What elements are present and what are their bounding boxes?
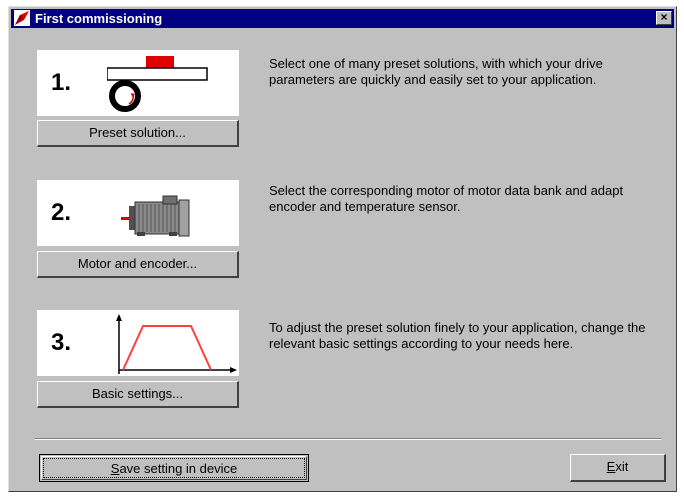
basic-settings-button[interactable]: Basic settings...	[37, 381, 239, 408]
exit-button[interactable]: Exit	[570, 454, 666, 482]
step-3-description: To adjust the preset solution finely to …	[269, 320, 646, 351]
exit-label: xit	[615, 459, 629, 474]
step-1-panel: 1.	[37, 50, 239, 116]
save-setting-button[interactable]: Save setting in device	[39, 454, 309, 482]
step-3-number: 3.	[51, 329, 72, 356]
step-3-panel: 3.	[37, 310, 239, 376]
motor-and-encoder-button[interactable]: Motor and encoder...	[37, 251, 239, 278]
motor-icon	[121, 195, 190, 237]
preset-solution-icon	[107, 56, 208, 112]
close-button[interactable]: ×	[656, 11, 672, 25]
step-2-description: Select the corresponding motor of motor …	[269, 183, 624, 214]
step-2-panel: 2.	[37, 180, 239, 246]
step-2-number: 2.	[51, 199, 72, 226]
footer-separator	[35, 438, 661, 440]
window-title: First commissioning	[35, 11, 163, 26]
step-1-description: Select one of many preset solutions, wit…	[269, 56, 603, 87]
title-bar[interactable]: First commissioning ×	[11, 9, 674, 28]
app-icon	[14, 10, 30, 26]
step-1-number: 1.	[51, 69, 72, 96]
first-commissioning-dialog: First commissioning × 1. Preset solution…	[8, 6, 677, 492]
preset-solution-button[interactable]: Preset solution...	[37, 120, 239, 147]
profile-graph-icon	[116, 314, 237, 374]
save-label: ave setting in device	[119, 461, 238, 476]
